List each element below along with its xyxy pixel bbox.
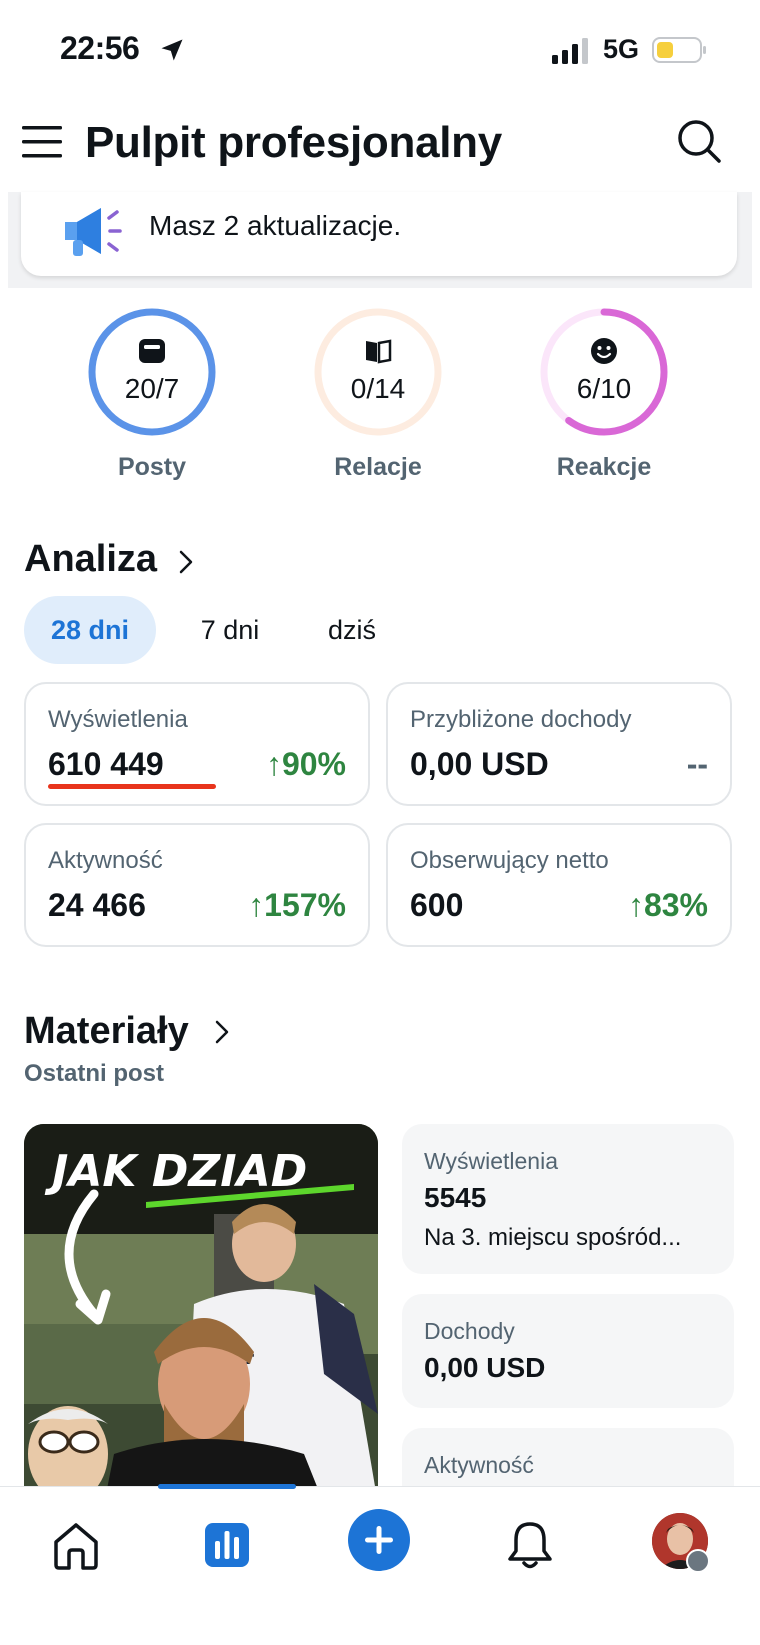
- ring-stories[interactable]: 0/14 Relacje: [298, 305, 448, 485]
- analytics-icon[interactable]: [197, 1515, 257, 1575]
- metric-change: ↑83%: [627, 887, 708, 923]
- metric-value: 610 449: [48, 746, 164, 782]
- stat-card-earnings[interactable]: Dochody 0,00 USD: [402, 1294, 734, 1408]
- book-icon: [366, 339, 392, 364]
- metric-value: 0,00 USD: [410, 746, 549, 782]
- metric-value: 600: [410, 887, 464, 923]
- metric-label: Wyświetlenia: [48, 706, 188, 733]
- metric-card-engagement[interactable]: Aktywność 24 466 ↑157%: [24, 823, 370, 947]
- compose-button[interactable]: [348, 1509, 410, 1571]
- search-icon[interactable]: [676, 118, 722, 164]
- tab-28-days[interactable]: 28 dni: [24, 596, 156, 664]
- bottom-nav: [0, 1484, 760, 1645]
- thumbnail-title-text: JAK DZIAD: [44, 1146, 307, 1197]
- location-arrow-icon: [161, 39, 183, 61]
- network-label: 5G: [603, 34, 640, 64]
- menu-icon[interactable]: [22, 122, 64, 162]
- smiley-icon: [591, 338, 617, 364]
- ring-posts[interactable]: 20/7 Posty: [72, 305, 222, 485]
- updates-banner[interactable]: Masz 2 aktualizacje.: [21, 192, 737, 276]
- page-title: Pulpit profesjonalny: [85, 118, 502, 167]
- plus-icon: [365, 1526, 393, 1554]
- status-time: 22:56: [60, 30, 140, 66]
- ring-stories-value: 0/14: [350, 373, 406, 404]
- chevron-right-icon[interactable]: [176, 548, 196, 576]
- ring-posts-value: 20/7: [124, 373, 180, 404]
- tab-today[interactable]: dziś: [298, 596, 406, 664]
- metric-card-earnings[interactable]: Przybliżone dochody 0,00 USD --: [386, 682, 732, 806]
- ring-reactions-value: 6/10: [576, 373, 632, 404]
- megaphone-icon: [65, 208, 122, 256]
- bell-icon[interactable]: [500, 1515, 560, 1575]
- stat-rank: Na 3. miejscu spośród...: [424, 1224, 682, 1251]
- stat-card-views[interactable]: Wyświetlenia 5545 Na 3. miejscu spośród.…: [402, 1124, 734, 1274]
- metric-change: ↑157%: [248, 887, 346, 923]
- ring-stories-label: Relacje: [334, 453, 422, 481]
- metric-label: Obserwujący netto: [410, 847, 609, 874]
- status-bar: 22:56 5G: [0, 0, 760, 100]
- stat-value: 5545: [424, 1182, 487, 1213]
- stat-value: 0,00 USD: [424, 1352, 546, 1383]
- materials-title[interactable]: Materiały: [24, 1010, 189, 1053]
- app-header: Pulpit profesjonalny: [0, 100, 760, 190]
- ring-reactions-label: Reakcje: [556, 453, 652, 481]
- account-switch-badge: [686, 1549, 710, 1573]
- stat-label: Aktywność: [424, 1452, 534, 1478]
- banner-text: Masz 2 aktualizacje.: [149, 210, 402, 241]
- ring-stories-progress: [314, 308, 442, 436]
- chevron-right-icon[interactable]: [212, 1018, 232, 1046]
- ring-reactions-progress: [540, 308, 668, 436]
- battery-icon: [652, 37, 706, 63]
- metric-label: Przybliżone dochody: [410, 706, 632, 733]
- metric-card-views[interactable]: Wyświetlenia 610 449 ↑90%: [24, 682, 370, 806]
- metric-value: 24 466: [48, 887, 146, 923]
- metric-change: --: [686, 746, 708, 782]
- post-icon: [139, 339, 165, 363]
- home-icon[interactable]: [46, 1515, 106, 1575]
- metric-label: Aktywność: [48, 847, 163, 874]
- signal-icon: [552, 38, 588, 64]
- materials-subtitle: Ostatni post: [24, 1060, 165, 1087]
- analysis-title[interactable]: Analiza: [24, 538, 157, 581]
- ring-posts-label: Posty: [117, 453, 187, 481]
- stat-label: Dochody: [424, 1318, 515, 1344]
- metric-change: ↑90%: [265, 746, 346, 782]
- red-underline-annotation: [48, 784, 216, 789]
- nav-active-indicator: [158, 1484, 296, 1489]
- tab-7-days[interactable]: 7 dni: [166, 596, 294, 664]
- banner-container: Masz 2 aktualizacje.: [8, 192, 752, 288]
- metric-card-net-followers[interactable]: Obserwujący netto 600 ↑83%: [386, 823, 732, 947]
- stat-label: Wyświetlenia: [424, 1148, 559, 1174]
- latest-post-thumbnail[interactable]: par JAK DZIAD: [24, 1124, 378, 1504]
- thumbnail-image: par JAK DZIAD: [24, 1124, 378, 1504]
- ring-posts-progress: [88, 308, 216, 436]
- ring-reactions[interactable]: 6/10 Reakcje: [524, 305, 674, 485]
